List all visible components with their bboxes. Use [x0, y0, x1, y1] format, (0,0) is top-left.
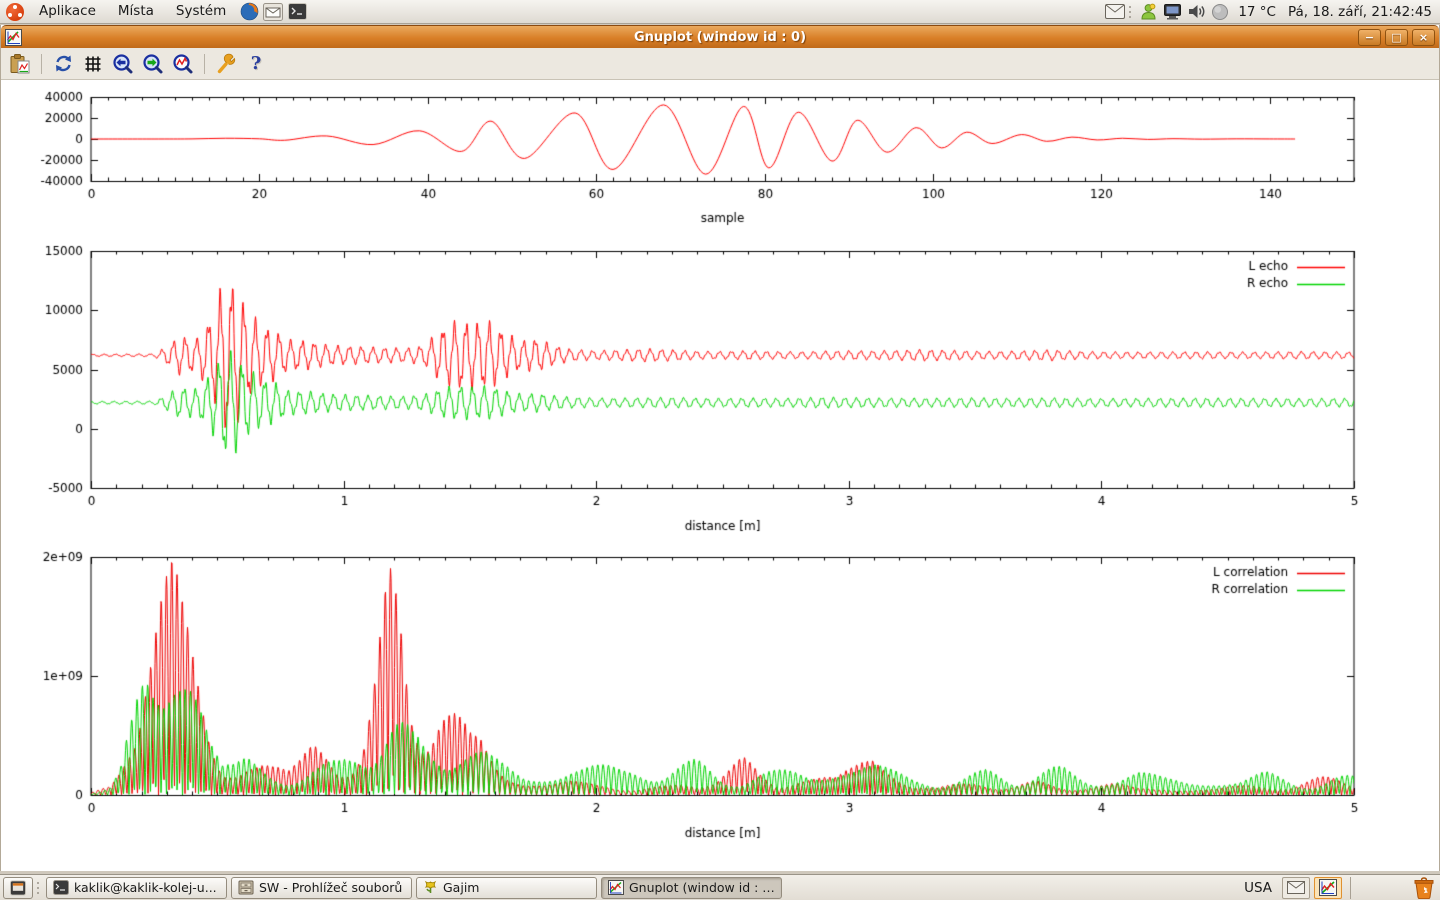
tray-mail-button[interactable] [1282, 877, 1310, 899]
trash-applet[interactable] [1411, 876, 1437, 900]
refresh-icon [53, 53, 74, 74]
terminal-launcher-icon[interactable] [287, 2, 307, 22]
menu-places[interactable]: Místa [109, 0, 163, 23]
minimize-button[interactable]: − [1358, 29, 1381, 46]
taskbar-item-label: kaklik@kaklik-kolej-u... [74, 880, 217, 895]
display-icon[interactable] [1162, 2, 1182, 22]
replot-button[interactable] [50, 51, 76, 77]
plot-client-area [1, 80, 1439, 871]
taskbar-item-gnuplot[interactable]: Gnuplot (window id : 0) [601, 877, 782, 899]
taskbar-item-gajim[interactable]: Gajim [416, 877, 597, 899]
close-button[interactable]: × [1412, 29, 1435, 46]
help-icon: ? [251, 53, 262, 74]
copy-to-clipboard-button[interactable] [7, 51, 33, 77]
file-manager-icon [238, 880, 254, 895]
gnuplot-icon [608, 880, 624, 895]
tray-gnuplot-button[interactable] [1314, 877, 1342, 899]
taskbar: kaklik@kaklik-kolej-u... SW - Prohlížeč … [0, 874, 1440, 900]
unzoom-icon [172, 53, 194, 75]
show-desktop-button[interactable] [3, 877, 33, 899]
firefox-launcher-icon[interactable] [239, 2, 259, 22]
gnuplot-window: Gnuplot (window id : 0) − □ × [0, 25, 1440, 871]
maximize-button[interactable]: □ [1385, 29, 1408, 46]
trash-icon [1412, 876, 1436, 899]
unzoom-button[interactable] [170, 51, 196, 77]
weather-icon[interactable] [1210, 2, 1230, 22]
taskbar-item-label: Gnuplot (window id : 0) [629, 880, 775, 895]
next-zoom-button[interactable] [140, 51, 166, 77]
taskbar-item-file-manager[interactable]: SW - Prohlížeč souborů [231, 877, 412, 899]
clock-applet[interactable]: Pá, 18. září, 21:42:45 [1284, 4, 1436, 20]
taskbar-separator [1350, 877, 1351, 899]
zoom-next-icon [142, 53, 164, 75]
zoom-previous-icon [112, 53, 134, 75]
gnuplot-window-icon [5, 29, 22, 46]
window-titlebar[interactable]: Gnuplot (window id : 0) − □ × [1, 25, 1439, 48]
taskbar-item-label: Gajim [443, 880, 479, 895]
ubuntu-menu-icon[interactable] [6, 3, 24, 21]
toolbar-separator [41, 54, 42, 74]
copy-plot-icon [9, 53, 31, 75]
toolbar-separator [204, 54, 205, 74]
wrench-icon [215, 53, 237, 75]
gnome-top-panel: Aplikace Místa Systém 17 °C Pá, 18. z [0, 0, 1440, 24]
taskbar-item-label: SW - Prohlížeč souborů [259, 880, 402, 895]
plot-canvas[interactable] [1, 80, 1439, 870]
terminal-icon [53, 880, 69, 895]
mail-notification-icon[interactable] [1105, 2, 1125, 22]
gnuplot-icon [1319, 879, 1337, 896]
toggle-grid-button[interactable] [80, 51, 106, 77]
help-button[interactable]: ? [243, 51, 269, 77]
keyboard-layout-indicator[interactable]: USA [1238, 880, 1278, 896]
volume-icon[interactable] [1186, 2, 1206, 22]
mail-launcher-icon[interactable] [263, 2, 283, 22]
gajim-status-icon[interactable] [1138, 2, 1158, 22]
taskbar-item-terminal[interactable]: kaklik@kaklik-kolej-u... [46, 877, 227, 899]
menu-applications[interactable]: Aplikace [30, 0, 105, 23]
mail-icon [1287, 881, 1305, 894]
grid-icon [83, 54, 103, 74]
gajim-icon [423, 880, 438, 895]
tasklist-handle[interactable] [37, 880, 42, 896]
gnuplot-toolbar: ? [1, 48, 1439, 80]
settings-button[interactable] [213, 51, 239, 77]
show-desktop-icon [10, 880, 26, 896]
previous-zoom-button[interactable] [110, 51, 136, 77]
temperature-applet[interactable]: 17 °C [1234, 4, 1280, 20]
menu-system[interactable]: Systém [167, 0, 235, 23]
applet-handle[interactable] [1129, 4, 1134, 20]
window-title: Gnuplot (window id : 0) [1, 30, 1439, 45]
